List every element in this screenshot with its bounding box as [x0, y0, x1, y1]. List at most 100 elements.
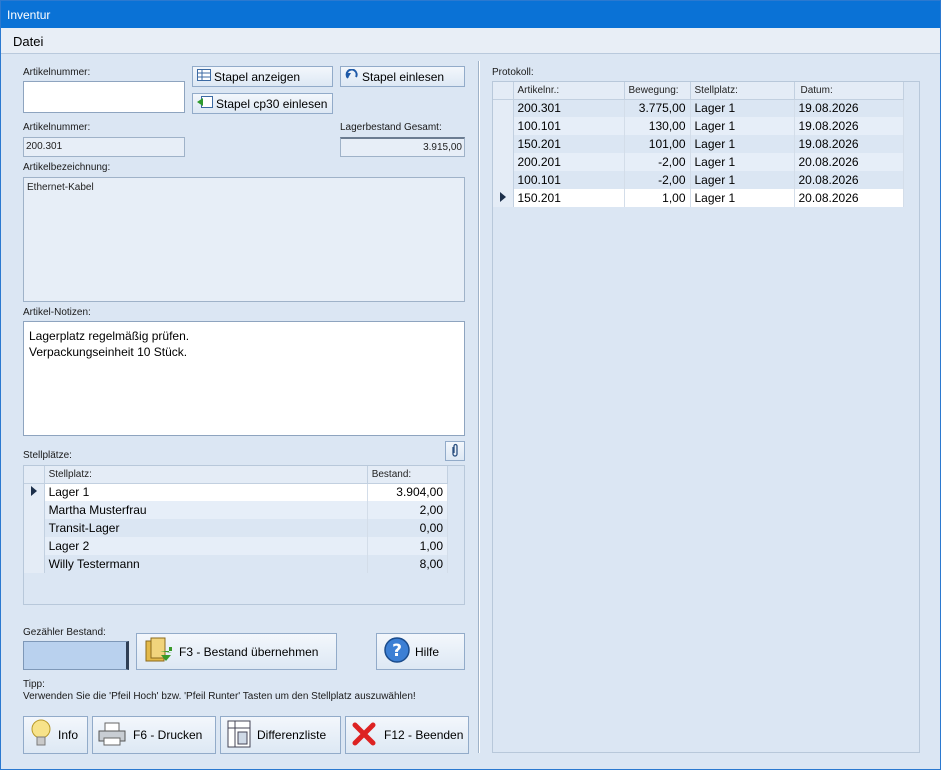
stellplatz-cell[interactable]: Willy Testermann	[44, 555, 368, 573]
table-row[interactable]: 150.201 101,00 Lager 1 19.08.2026	[493, 135, 904, 153]
bestand-cell[interactable]: 3.904,00	[367, 483, 449, 501]
bestand-cell[interactable]: 0,00	[367, 519, 449, 537]
datum-cell[interactable]: 20.08.2026	[794, 189, 904, 207]
close-icon	[352, 722, 376, 749]
lagerbestand-value: 3.915,00	[340, 137, 465, 157]
menu-bar: Datei	[1, 28, 940, 54]
table-row[interactable]: Lager 1 3.904,00	[24, 483, 449, 501]
printer-icon	[97, 721, 127, 750]
stellplatz-cell[interactable]: Transit-Lager	[44, 519, 368, 537]
f3-bestand-button[interactable]: F3 - Bestand übernehmen	[136, 633, 337, 670]
f6-drucken-button[interactable]: F6 - Drucken	[92, 716, 216, 754]
f12-beenden-button[interactable]: F12 - Beenden	[345, 716, 469, 754]
col-stellplatz[interactable]: Stellplatz:	[44, 466, 368, 484]
differenzliste-button[interactable]: Differenzliste	[220, 716, 341, 754]
f12-beenden-label: F12 - Beenden	[384, 728, 464, 742]
protokoll-label: Protokoll:	[492, 67, 534, 78]
inventur-window: Inventur Datei Artikelnummer: Stapel anz…	[0, 0, 941, 770]
notizen-label: Artikel-Notizen:	[23, 307, 91, 318]
gezaehlt-input[interactable]	[23, 641, 129, 670]
table-row[interactable]: Willy Testermann 8,00	[24, 555, 449, 573]
col-stellplatz[interactable]: Stellplatz:	[690, 82, 795, 100]
paperclip-icon	[451, 443, 459, 460]
col-bewegung[interactable]: Bewegung:	[624, 82, 691, 100]
stapel-cp30-label: Stapel cp30 einlesen	[216, 96, 328, 111]
bestand-cell[interactable]: 1,00	[367, 537, 449, 555]
datum-cell[interactable]: 19.08.2026	[794, 99, 904, 117]
f3-bestand-label: F3 - Bestand übernehmen	[179, 644, 319, 659]
tipp-title: Tipp:	[23, 679, 45, 690]
stellplatz-cell[interactable]: Lager 1	[690, 153, 795, 171]
bezeichnung-label: Artikelbezeichnung:	[23, 162, 111, 173]
differenzliste-label: Differenzliste	[257, 728, 327, 742]
col-datum[interactable]: Datum:	[794, 82, 904, 100]
stapel-cp30-button[interactable]: Stapel cp30 einlesen	[192, 93, 333, 114]
table-row[interactable]: Martha Musterfrau 2,00	[24, 501, 449, 519]
tipp-text: Verwenden Sie die 'Pfeil Hoch' bzw. 'Pfe…	[23, 691, 416, 702]
bewegung-cell[interactable]: 3.775,00	[624, 99, 691, 117]
artikelnummer-input[interactable]	[23, 81, 185, 113]
help-icon: ?	[383, 636, 411, 667]
stellplatz-cell[interactable]: Lager 1	[690, 171, 795, 189]
datum-cell[interactable]: 20.08.2026	[794, 171, 904, 189]
stellplatz-cell[interactable]: Lager 2	[44, 537, 368, 555]
gezaehlt-label: Gezähler Bestand:	[23, 627, 106, 638]
attach-button[interactable]	[445, 441, 465, 461]
bewegung-cell[interactable]: -2,00	[624, 171, 691, 189]
panel-divider	[478, 61, 480, 753]
stellplatz-cell[interactable]: Lager 1	[690, 117, 795, 135]
artikelnummer-input-label: Artikelnummer:	[23, 67, 91, 78]
col-bestand[interactable]: Bestand:	[367, 466, 449, 484]
window-title: Inventur	[7, 8, 51, 22]
stapel-einlesen-label: Stapel einlesen	[362, 69, 445, 84]
lightbulb-icon	[30, 718, 52, 753]
table-row[interactable]: 200.301 3.775,00 Lager 1 19.08.2026	[493, 99, 904, 117]
bewegung-cell[interactable]: 130,00	[624, 117, 691, 135]
hilfe-label: Hilfe	[415, 644, 440, 659]
artikelnummer-label: Artikelnummer:	[23, 122, 91, 133]
f6-drucken-label: F6 - Drucken	[133, 728, 203, 742]
table-row[interactable]: 100.101 130,00 Lager 1 19.08.2026	[493, 117, 904, 135]
artikelnr-cell[interactable]: 150.201	[513, 135, 625, 153]
title-bar: Inventur	[1, 1, 940, 28]
stapel-anzeigen-button[interactable]: Stapel anzeigen	[192, 66, 333, 87]
table-row[interactable]: 200.201 -2,00 Lager 1 20.08.2026	[493, 153, 904, 171]
table-row[interactable]: 100.101 -2,00 Lager 1 20.08.2026	[493, 171, 904, 189]
svg-text:?: ?	[392, 641, 402, 661]
stapel-anzeigen-label: Stapel anzeigen	[214, 69, 301, 84]
artikelnr-cell[interactable]: 200.301	[513, 99, 625, 117]
stapel-einlesen-button[interactable]: Stapel einlesen	[340, 66, 465, 87]
artikelnr-cell[interactable]: 100.101	[513, 117, 625, 135]
stellplatz-cell[interactable]: Lager 1	[690, 135, 795, 153]
artikelnr-cell[interactable]: 200.201	[513, 153, 625, 171]
table-row[interactable]: 150.201 1,00 Lager 1 20.08.2026	[493, 189, 904, 207]
import-icon	[197, 96, 213, 111]
notizen-textarea[interactable]: Lagerplatz regelmäßig prüfen. Verpackung…	[23, 321, 465, 436]
hilfe-button[interactable]: ? Hilfe	[376, 633, 465, 670]
bestand-cell[interactable]: 2,00	[367, 501, 449, 519]
stellplatz-cell[interactable]: Lager 1	[44, 483, 368, 501]
table-row[interactable]: Transit-Lager 0,00	[24, 519, 449, 537]
stellplaetze-grid: Stellplatz: Bestand: Lager 1 3.904,00 Ma…	[23, 465, 465, 605]
bewegung-cell[interactable]: -2,00	[624, 153, 691, 171]
bewegung-cell[interactable]: 1,00	[624, 189, 691, 207]
stellplatz-cell[interactable]: Lager 1	[690, 99, 795, 117]
spreadsheet-icon	[227, 720, 251, 751]
bewegung-cell[interactable]: 101,00	[624, 135, 691, 153]
refresh-icon	[345, 68, 359, 84]
datum-cell[interactable]: 19.08.2026	[794, 117, 904, 135]
artikelnr-cell[interactable]: 100.101	[513, 171, 625, 189]
datum-cell[interactable]: 20.08.2026	[794, 153, 904, 171]
datum-cell[interactable]: 19.08.2026	[794, 135, 904, 153]
info-button[interactable]: Info	[23, 716, 88, 754]
stellplatz-cell[interactable]: Lager 1	[690, 189, 795, 207]
artikelnummer-value: 200.301	[23, 137, 185, 157]
table-icon	[197, 69, 211, 84]
artikelnr-cell[interactable]: 150.201	[513, 189, 625, 207]
row-indicator-icon	[493, 189, 514, 207]
stellplatz-cell[interactable]: Martha Musterfrau	[44, 501, 368, 519]
bestand-cell[interactable]: 8,00	[367, 555, 449, 573]
col-artikelnr[interactable]: Artikelnr.:	[513, 82, 625, 100]
menu-datei[interactable]: Datei	[13, 34, 43, 49]
table-row[interactable]: Lager 2 1,00	[24, 537, 449, 555]
